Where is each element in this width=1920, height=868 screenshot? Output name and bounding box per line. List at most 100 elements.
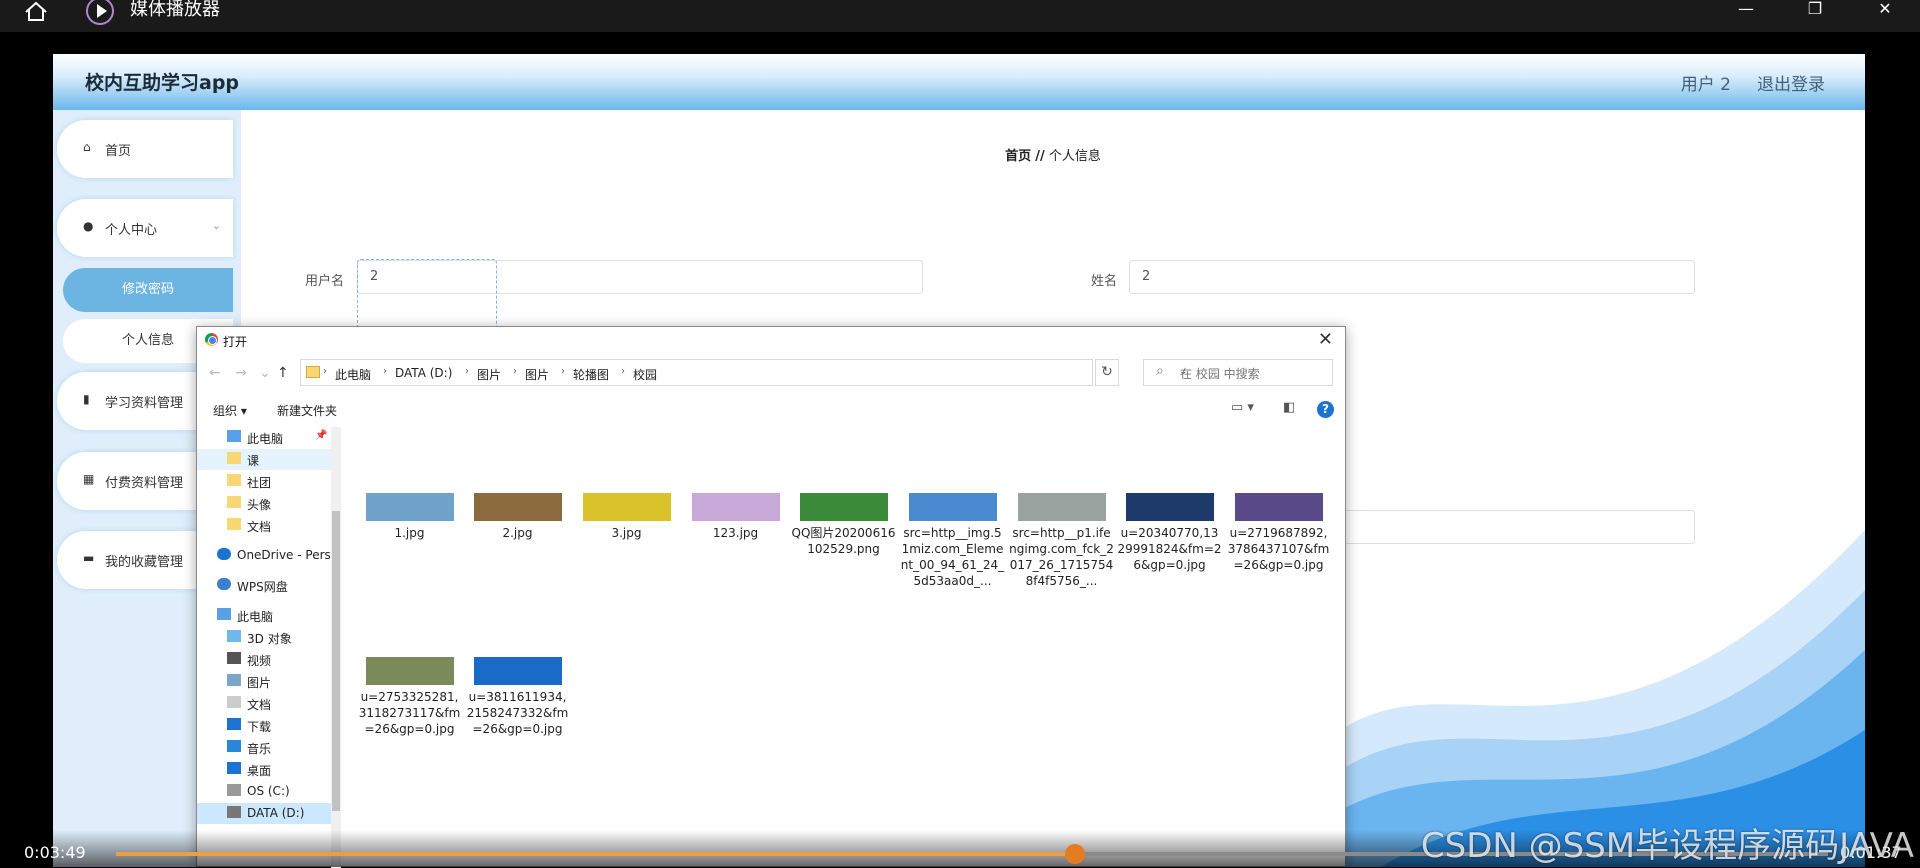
file-name: 2.jpg	[502, 526, 533, 540]
document-icon	[227, 696, 241, 708]
close-icon[interactable]: ✕	[1875, 0, 1895, 20]
breadcrumb-separator: //	[1035, 149, 1045, 164]
organize-button[interactable]: 组织 ▾	[213, 402, 247, 419]
file-item[interactable]: 1.jpg	[357, 493, 462, 541]
file-item[interactable]: 2.jpg	[465, 493, 570, 541]
file-item[interactable]: u=2719687892,3786437107&fm=26&gp=0.jpg	[1226, 493, 1331, 573]
scrollbar-thumb[interactable]	[332, 511, 340, 811]
file-item[interactable]: u=3811611934,2158247332&fm=26&gp=0.jpg	[465, 657, 570, 737]
nav-item[interactable]: 下载	[197, 715, 341, 736]
nav-item[interactable]: OneDrive - Pers	[197, 545, 341, 566]
path-segment[interactable]: 轮播图	[573, 366, 609, 383]
file-name: u=3811611934,2158247332&fm=26&gp=0.jpg	[466, 690, 569, 736]
recent-locations-icon[interactable]: ⌄	[259, 365, 271, 381]
path-segment[interactable]: DATA (D:)	[395, 366, 452, 380]
file-item[interactable]: u=2753325281,3118273117&fm=26&gp=0.jpg	[357, 657, 462, 737]
bar-chart-icon: ▮	[83, 392, 90, 406]
breadcrumb-current: 个人信息	[1048, 149, 1101, 164]
desktop-icon	[227, 762, 241, 774]
file-name: 123.jpg	[712, 526, 759, 540]
folder-icon	[306, 366, 320, 378]
up-icon[interactable]: ↑	[277, 365, 289, 381]
back-icon[interactable]: ←	[209, 365, 221, 381]
sidebar-subitem-change-password[interactable]: 修改密码	[63, 268, 233, 312]
home-icon[interactable]	[20, 0, 52, 22]
name-field[interactable]: 2	[1129, 260, 1695, 294]
restore-icon[interactable]: ❐	[1805, 0, 1825, 20]
seek-handle[interactable]	[1064, 844, 1085, 864]
dialog-close-icon[interactable]: ✕	[1318, 329, 1333, 350]
wave-background	[1341, 530, 1865, 867]
nav-item[interactable]: 图片	[197, 671, 341, 692]
nav-item[interactable]: 社团	[197, 471, 341, 492]
file-item[interactable]: u=20340770,1329991824&fm=26&gp=0.jpg	[1117, 493, 1222, 573]
folder-icon	[227, 496, 241, 508]
file-name: QQ图片20200616102529.png	[791, 526, 896, 556]
path-segment[interactable]: 此电脑	[335, 366, 371, 383]
nav-item[interactable]: 文档	[197, 693, 341, 714]
download-icon	[227, 718, 241, 730]
file-thumbnail	[908, 493, 997, 521]
breadcrumb: 首页 // 个人信息	[241, 145, 1865, 164]
file-thumbnail	[365, 493, 454, 521]
logout-link[interactable]: 退出登录	[1757, 70, 1825, 95]
path-segment[interactable]: 图片	[525, 366, 549, 383]
nav-item[interactable]: 视频	[197, 649, 341, 670]
dialog-title: 打开	[223, 335, 248, 349]
new-folder-button[interactable]: 新建文件夹	[277, 402, 337, 419]
sidebar-item-label: 学习资料管理	[105, 396, 184, 411]
file-item[interactable]: src=http__img.51miz.com_Element_00_94_61…	[900, 493, 1005, 589]
username-label: 用户名	[305, 274, 345, 289]
view-options-icon[interactable]: ▭ ▾	[1231, 400, 1254, 415]
video-icon	[227, 652, 241, 664]
sidebar-subitem-label: 个人信息	[121, 333, 174, 348]
navigation-pane: 此电脑 📌 课 社团 头像 文档 OneDrive - Pers WPS网盘 此…	[197, 427, 341, 868]
sidebar-item-home[interactable]: ⌂ 首页	[57, 120, 233, 178]
path-segment[interactable]: 图片	[477, 366, 501, 383]
file-item[interactable]: src=http__p1.ifengimg.com_fck_2017_26_17…	[1009, 493, 1114, 589]
sidebar-item-label: 付费资料管理	[105, 476, 184, 491]
file-name: 3.jpg	[611, 526, 642, 540]
nav-item[interactable]: 课	[197, 449, 341, 470]
file-thumbnail	[473, 657, 562, 685]
minimize-icon[interactable]: —	[1736, 0, 1756, 20]
music-icon	[227, 740, 241, 752]
search-icon: ⌕	[1156, 363, 1164, 379]
address-bar[interactable]: › 此电脑 › DATA (D:) › 图片 › 图片 › 轮播图 › 校园 ⌄	[300, 359, 1187, 386]
search-input[interactable]: ⌕ 在 校园 中搜索	[1143, 359, 1333, 386]
preview-pane-icon[interactable]: ◧	[1283, 400, 1295, 415]
sidebar-item-label: 首页	[105, 144, 132, 159]
name-label: 姓名	[1091, 274, 1118, 289]
file-item[interactable]: 123.jpg	[683, 493, 788, 541]
avatar-upload[interactable]	[357, 259, 497, 329]
help-icon[interactable]: ?	[1317, 401, 1334, 418]
nav-item[interactable]: 文档	[197, 515, 341, 536]
path-segment[interactable]: 校园	[633, 366, 657, 383]
nav-item[interactable]: 此电脑 📌	[197, 427, 341, 448]
navigation-scrollbar[interactable]	[331, 427, 341, 868]
nav-item[interactable]: WPS网盘	[197, 575, 341, 596]
nav-item[interactable]: OS (C:)	[197, 781, 341, 802]
media-player-logo-icon	[86, 0, 114, 25]
chevron-down-icon: ⌄	[211, 219, 221, 232]
chrome-icon	[205, 333, 218, 346]
file-thumbnail	[1234, 493, 1323, 521]
nav-item[interactable]: 桌面	[197, 759, 341, 780]
file-name: u=20340770,1329991824&fm=26&gp=0.jpg	[1117, 526, 1222, 572]
nav-item[interactable]: 音乐	[197, 737, 341, 758]
file-name: src=http__img.51miz.com_Element_00_94_61…	[900, 526, 1005, 588]
file-item[interactable]: 3.jpg	[574, 493, 679, 541]
seek-bar-progress	[116, 852, 1075, 856]
file-item[interactable]: QQ图片20200616102529.png	[791, 493, 896, 557]
breadcrumb-home[interactable]: 首页	[1005, 149, 1031, 164]
nav-item[interactable]: 3D 对象	[197, 627, 341, 648]
forward-icon[interactable]: →	[235, 365, 247, 381]
file-thumbnail	[799, 493, 888, 521]
sidebar-item-personal-center[interactable]: ● 个人中心 ⌄	[57, 199, 233, 257]
file-thumbnail	[582, 493, 671, 521]
nav-item[interactable]: DATA (D:)	[197, 803, 341, 824]
refresh-icon[interactable]: ↻	[1095, 359, 1119, 386]
nav-item[interactable]: 头像	[197, 493, 341, 514]
nav-item[interactable]: 此电脑	[197, 605, 341, 626]
picture-icon	[227, 674, 241, 686]
